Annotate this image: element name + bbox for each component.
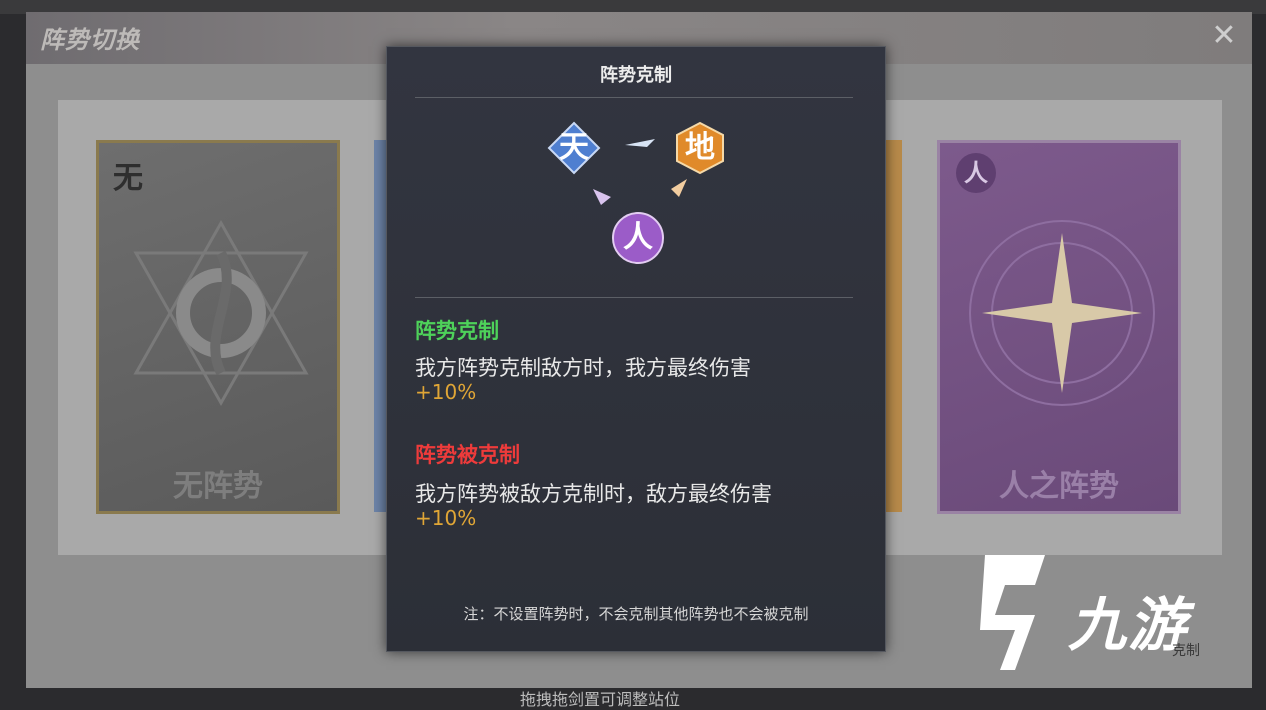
counter-bonus: +10%: [415, 380, 477, 404]
watermark-text: 九游: [1068, 591, 1189, 659]
card-label: 人之阵势: [999, 469, 1119, 504]
divider: [415, 297, 853, 298]
counter-info-dialog: 阵势克制 天 地 人 阵势克制 我方阵势克制敌方时，我方最终伤害 +10% 阵势…: [386, 46, 886, 652]
counter-arrows-icon: [593, 139, 687, 205]
dialog-title: 阵势克制: [600, 65, 672, 86]
hidden-card-earth[interactable]: [884, 140, 902, 512]
star-compass-icon: [969, 220, 1155, 406]
bottom-hint: 拖拽拖剑置可调整站位: [520, 690, 681, 709]
dialog-note: 注：不设置阵势时，不会克制其他阵势也不会被克制: [463, 605, 809, 623]
counter-description: 我方阵势克制敌方时，我方最终伤害: [415, 356, 751, 380]
window-title: 阵势切换: [40, 26, 140, 54]
divider: [415, 97, 853, 98]
counter-button[interactable]: 克制: [1172, 640, 1200, 660]
close-icon[interactable]: ✕: [1206, 18, 1242, 54]
card-label: 无阵势: [173, 469, 263, 504]
formation-card-none[interactable]: 无 无阵势: [96, 140, 340, 514]
card-corner-label: 人: [956, 153, 996, 193]
formation-card-human[interactable]: 人 人之阵势: [937, 140, 1181, 514]
card-corner-label: 无: [113, 161, 143, 196]
countered-description: 我方阵势被敌方克制时，敌方最终伤害: [415, 482, 772, 506]
countered-title: 阵势被克制: [415, 443, 520, 467]
yin-swirl-icon: [133, 219, 309, 407]
counter-title: 阵势克制: [415, 319, 499, 343]
countered-bonus: +10%: [415, 506, 477, 530]
